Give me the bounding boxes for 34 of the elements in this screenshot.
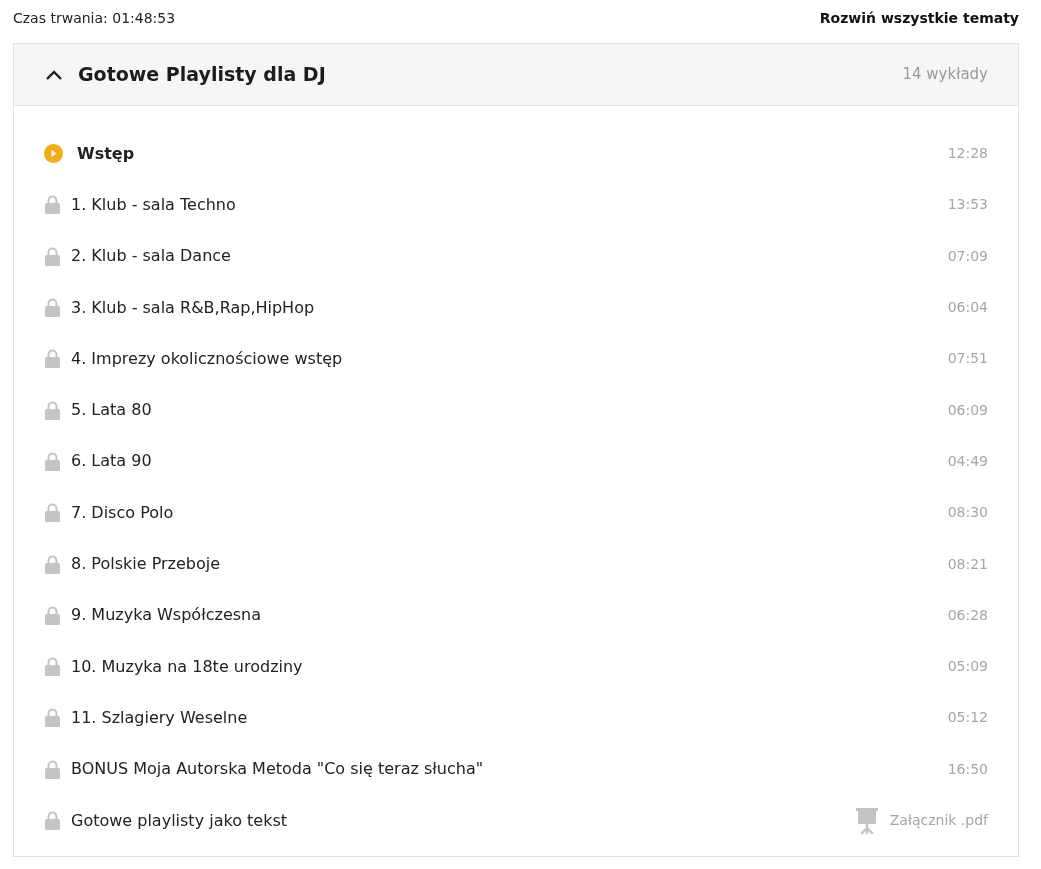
projector-screen-icon — [855, 807, 878, 834]
lecture-title: 6. Lata 90 — [71, 450, 152, 473]
lecture-title: Gotowe playlisty jako tekst — [71, 809, 287, 832]
lecture-title: 1. Klub - sala Techno — [71, 193, 236, 216]
lecture-title[interactable]: Wstęp — [77, 141, 135, 166]
lecture-duration: 08:21 — [947, 554, 988, 574]
lecture-duration: 06:04 — [947, 298, 988, 318]
lecture-title: 5. Lata 80 — [71, 399, 152, 422]
lecture-duration: 16:50 — [947, 759, 988, 779]
duration-label: Czas trwania: 01:48:53 — [13, 8, 176, 28]
lecture-duration: 05:12 — [947, 708, 988, 728]
lecture-title: 2. Klub - sala Dance — [71, 245, 231, 268]
lecture-count: 14 wykłady — [902, 64, 988, 86]
lecture-title: 7. Disco Polo — [71, 501, 174, 524]
lecture-title: 3. Klub - sala R&B,Rap,HipHop — [71, 296, 315, 319]
lecture-duration: 08:30 — [947, 503, 988, 523]
lecture-title: BONUS Moja Autorska Metoda "Co się teraz słucha" — [71, 758, 484, 781]
lecture-duration: 06:09 — [947, 400, 988, 420]
lecture-title: 11. Szlagiery Weselne — [71, 706, 248, 729]
lecture-duration: 05:09 — [947, 657, 988, 677]
attachment-label: Załącznik .pdf — [889, 811, 988, 830]
lecture-duration: 13:53 — [947, 195, 988, 215]
lecture-title: 10. Muzyka na 18te urodziny — [71, 655, 303, 678]
section-header[interactable]: Gotowe Playlisty dla DJ 14 wykłady — [14, 44, 1018, 106]
lecture-title: 4. Imprezy okolicznościowe wstęp — [71, 347, 343, 370]
expand-all-link[interactable]: Rozwiń wszystkie tematy — [819, 7, 1019, 29]
lecture-duration: 04:49 — [947, 451, 988, 471]
lecture-duration: 07:09 — [947, 246, 988, 266]
section-title: Gotowe Playlisty dla DJ — [78, 62, 326, 88]
lecture-duration: 06:28 — [947, 605, 988, 625]
lecture-title: 9. Muzyka Współczesna — [71, 604, 261, 627]
lecture-duration: 07:51 — [947, 349, 988, 369]
lecture-title: 8. Polskie Przeboje — [71, 553, 221, 575]
lecture-duration: 12:28 — [947, 144, 988, 164]
